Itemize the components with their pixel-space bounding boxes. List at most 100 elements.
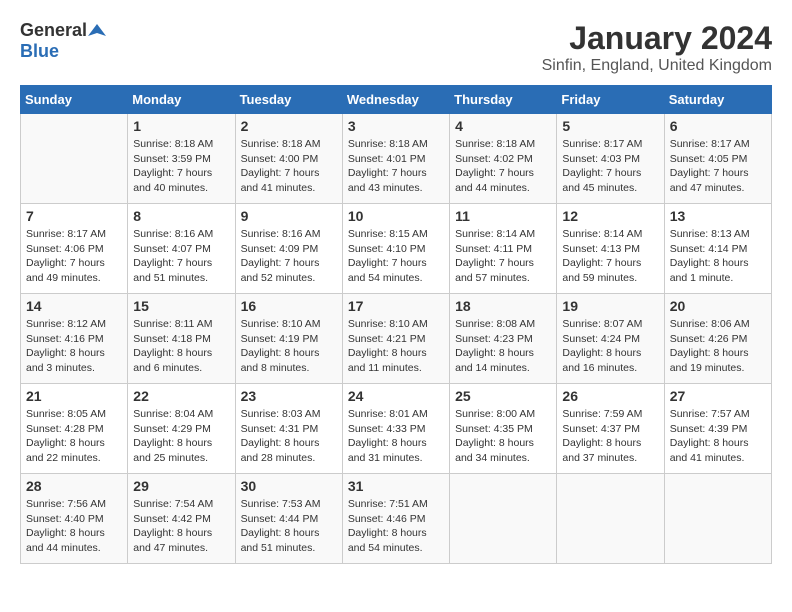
calendar-cell: 21Sunrise: 8:05 AMSunset: 4:28 PMDayligh… bbox=[21, 384, 128, 474]
day-number: 10 bbox=[348, 208, 444, 224]
weekday-header: Friday bbox=[557, 86, 664, 114]
calendar-cell: 18Sunrise: 8:08 AMSunset: 4:23 PMDayligh… bbox=[450, 294, 557, 384]
day-number: 8 bbox=[133, 208, 229, 224]
day-number: 1 bbox=[133, 118, 229, 134]
weekday-header: Tuesday bbox=[235, 86, 342, 114]
day-info: Sunrise: 8:06 AMSunset: 4:26 PMDaylight:… bbox=[670, 317, 766, 376]
day-info: Sunrise: 8:18 AMSunset: 3:59 PMDaylight:… bbox=[133, 137, 229, 196]
day-number: 20 bbox=[670, 298, 766, 314]
day-info: Sunrise: 7:59 AMSunset: 4:37 PMDaylight:… bbox=[562, 407, 658, 466]
calendar-cell: 28 Sunrise: 7:56 AMSunset: 4:40 PMDayligh… bbox=[21, 474, 128, 564]
day-number: 23 bbox=[241, 388, 337, 404]
day-info: Sunrise: 8:15 AMSunset: 4:10 PMDaylight:… bbox=[348, 227, 444, 286]
calendar-cell: 8 Sunrise: 8:16 AMSunset: 4:07 PMDaylight… bbox=[128, 204, 235, 294]
calendar-cell bbox=[557, 474, 664, 564]
day-number: 13 bbox=[670, 208, 766, 224]
calendar-header-row: SundayMondayTuesdayWednesdayThursdayFrid… bbox=[21, 86, 772, 114]
calendar-cell: 31 Sunrise: 7:51 AMSunset: 4:46 PMDayligh… bbox=[342, 474, 449, 564]
calendar-cell: 5 Sunrise: 8:17 AMSunset: 4:03 PMDaylight… bbox=[557, 114, 664, 204]
calendar-cell: 12Sunrise: 8:14 AMSunset: 4:13 PMDayligh… bbox=[557, 204, 664, 294]
day-info: Sunrise: 8:08 AMSunset: 4:23 PMDaylight:… bbox=[455, 317, 551, 376]
calendar-cell: 10 Sunrise: 8:15 AMSunset: 4:10 PMDayligh… bbox=[342, 204, 449, 294]
weekday-header: Wednesday bbox=[342, 86, 449, 114]
day-info: Sunrise: 8:04 AMSunset: 4:29 PMDaylight:… bbox=[133, 407, 229, 466]
calendar-cell: 9 Sunrise: 8:16 AMSunset: 4:09 PMDaylight… bbox=[235, 204, 342, 294]
day-info: Sunrise: 7:53 AMSunset: 4:44 PMDaylight:… bbox=[241, 497, 337, 556]
day-number: 11 bbox=[455, 208, 551, 224]
calendar-week-row: 21Sunrise: 8:05 AMSunset: 4:28 PMDayligh… bbox=[21, 384, 772, 474]
calendar-table: SundayMondayTuesdayWednesdayThursdayFrid… bbox=[20, 85, 772, 564]
calendar-cell: 25 Sunrise: 8:00 AMSunset: 4:35 PMDayligh… bbox=[450, 384, 557, 474]
day-number: 5 bbox=[562, 118, 658, 134]
calendar-cell: 16 Sunrise: 8:10 AMSunset: 4:19 PMDayligh… bbox=[235, 294, 342, 384]
day-info: Sunrise: 8:11 AMSunset: 4:18 PMDaylight:… bbox=[133, 317, 229, 376]
calendar-cell: 6 Sunrise: 8:17 AMSunset: 4:05 PMDaylight… bbox=[664, 114, 771, 204]
calendar-week-row: 14Sunrise: 8:12 AMSunset: 4:16 PMDayligh… bbox=[21, 294, 772, 384]
calendar-cell: 1 Sunrise: 8:18 AMSunset: 3:59 PMDaylight… bbox=[128, 114, 235, 204]
day-number: 6 bbox=[670, 118, 766, 134]
day-info: Sunrise: 8:01 AMSunset: 4:33 PMDaylight:… bbox=[348, 407, 444, 466]
calendar-cell: 4Sunrise: 8:18 AMSunset: 4:02 PMDaylight… bbox=[450, 114, 557, 204]
calendar-cell: 3Sunrise: 8:18 AMSunset: 4:01 PMDaylight… bbox=[342, 114, 449, 204]
calendar-cell: 26 Sunrise: 7:59 AMSunset: 4:37 PMDayligh… bbox=[557, 384, 664, 474]
calendar-cell: 19 Sunrise: 8:07 AMSunset: 4:24 PMDayligh… bbox=[557, 294, 664, 384]
day-info: Sunrise: 8:05 AMSunset: 4:28 PMDaylight:… bbox=[26, 407, 122, 466]
day-number: 12 bbox=[562, 208, 658, 224]
logo-bird-icon bbox=[88, 22, 106, 40]
day-info: Sunrise: 8:14 AMSunset: 4:11 PMDaylight:… bbox=[455, 227, 551, 286]
day-info: Sunrise: 8:18 AMSunset: 4:00 PMDaylight:… bbox=[241, 137, 337, 196]
weekday-header: Sunday bbox=[21, 86, 128, 114]
day-info: Sunrise: 8:17 AMSunset: 4:06 PMDaylight:… bbox=[26, 227, 122, 286]
calendar-week-row: 28 Sunrise: 7:56 AMSunset: 4:40 PMDayligh… bbox=[21, 474, 772, 564]
day-number: 25 bbox=[455, 388, 551, 404]
day-info: Sunrise: 7:57 AMSunset: 4:39 PMDaylight:… bbox=[670, 407, 766, 466]
day-number: 9 bbox=[241, 208, 337, 224]
calendar-cell bbox=[664, 474, 771, 564]
calendar-cell: 15 Sunrise: 8:11 AMSunset: 4:18 PMDayligh… bbox=[128, 294, 235, 384]
day-number: 7 bbox=[26, 208, 122, 224]
day-number: 26 bbox=[562, 388, 658, 404]
weekday-header: Thursday bbox=[450, 86, 557, 114]
day-info: Sunrise: 7:56 AMSunset: 4:40 PMDaylight:… bbox=[26, 497, 122, 556]
location-subtitle: Sinfin, England, United Kingdom bbox=[542, 57, 772, 75]
day-info: Sunrise: 8:07 AMSunset: 4:24 PMDaylight:… bbox=[562, 317, 658, 376]
day-info: Sunrise: 8:16 AMSunset: 4:07 PMDaylight:… bbox=[133, 227, 229, 286]
calendar-week-row: 7 Sunrise: 8:17 AMSunset: 4:06 PMDaylight… bbox=[21, 204, 772, 294]
day-info: Sunrise: 8:03 AMSunset: 4:31 PMDaylight:… bbox=[241, 407, 337, 466]
month-year-title: January 2024 bbox=[542, 20, 772, 57]
day-number: 16 bbox=[241, 298, 337, 314]
day-number: 22 bbox=[133, 388, 229, 404]
day-info: Sunrise: 8:17 AMSunset: 4:05 PMDaylight:… bbox=[670, 137, 766, 196]
weekday-header: Saturday bbox=[664, 86, 771, 114]
weekday-header: Monday bbox=[128, 86, 235, 114]
calendar-cell bbox=[21, 114, 128, 204]
day-info: Sunrise: 8:12 AMSunset: 4:16 PMDaylight:… bbox=[26, 317, 122, 376]
day-info: Sunrise: 7:54 AMSunset: 4:42 PMDaylight:… bbox=[133, 497, 229, 556]
logo-general: General bbox=[20, 20, 87, 41]
day-info: Sunrise: 7:51 AMSunset: 4:46 PMDaylight:… bbox=[348, 497, 444, 556]
day-info: Sunrise: 8:17 AMSunset: 4:03 PMDaylight:… bbox=[562, 137, 658, 196]
day-number: 31 bbox=[348, 478, 444, 494]
day-number: 17 bbox=[348, 298, 444, 314]
day-number: 15 bbox=[133, 298, 229, 314]
day-info: Sunrise: 8:00 AMSunset: 4:35 PMDaylight:… bbox=[455, 407, 551, 466]
day-number: 28 bbox=[26, 478, 122, 494]
day-info: Sunrise: 8:10 AMSunset: 4:21 PMDaylight:… bbox=[348, 317, 444, 376]
day-number: 4 bbox=[455, 118, 551, 134]
calendar-cell: 22 Sunrise: 8:04 AMSunset: 4:29 PMDayligh… bbox=[128, 384, 235, 474]
day-number: 19 bbox=[562, 298, 658, 314]
calendar-cell: 30 Sunrise: 7:53 AMSunset: 4:44 PMDayligh… bbox=[235, 474, 342, 564]
day-info: Sunrise: 8:10 AMSunset: 4:19 PMDaylight:… bbox=[241, 317, 337, 376]
calendar-cell: 24Sunrise: 8:01 AMSunset: 4:33 PMDayligh… bbox=[342, 384, 449, 474]
calendar-cell: 20 Sunrise: 8:06 AMSunset: 4:26 PMDayligh… bbox=[664, 294, 771, 384]
calendar-cell: 7 Sunrise: 8:17 AMSunset: 4:06 PMDaylight… bbox=[21, 204, 128, 294]
calendar-cell: 14Sunrise: 8:12 AMSunset: 4:16 PMDayligh… bbox=[21, 294, 128, 384]
day-info: Sunrise: 8:13 AMSunset: 4:14 PMDaylight:… bbox=[670, 227, 766, 286]
day-info: Sunrise: 8:18 AMSunset: 4:01 PMDaylight:… bbox=[348, 137, 444, 196]
logo-blue: Blue bbox=[20, 41, 59, 61]
title-area: January 2024 Sinfin, England, United Kin… bbox=[542, 20, 772, 75]
day-number: 27 bbox=[670, 388, 766, 404]
day-info: Sunrise: 8:16 AMSunset: 4:09 PMDaylight:… bbox=[241, 227, 337, 286]
calendar-cell: 2Sunrise: 8:18 AMSunset: 4:00 PMDaylight… bbox=[235, 114, 342, 204]
day-number: 30 bbox=[241, 478, 337, 494]
